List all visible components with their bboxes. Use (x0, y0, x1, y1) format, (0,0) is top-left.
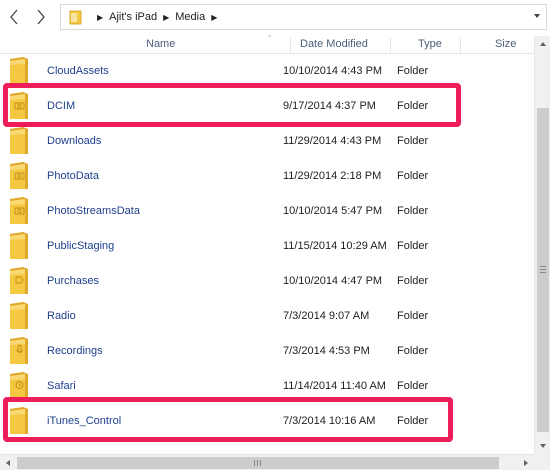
arrow-left-icon (6, 460, 10, 466)
column-divider[interactable] (390, 38, 391, 52)
list-item[interactable]: Downloads 11/29/2014 4:43 PM Folder (0, 124, 534, 159)
date-modified: 10/10/2014 5:47 PM (283, 205, 383, 217)
chevron-left-icon (10, 9, 18, 25)
list-item[interactable]: CloudAssets 10/10/2014 4:43 PM Folder (0, 54, 534, 89)
list-item[interactable]: Safari 11/14/2014 11:40 AM Folder (0, 369, 534, 404)
file-name[interactable]: Radio (47, 299, 76, 334)
folder-icon (10, 232, 28, 259)
file-name[interactable]: iTunes_Control (47, 404, 121, 439)
folder-icon (10, 407, 28, 434)
navigation-bar: ▶ Ajit's iPad ▶ Media ▶ (0, 0, 550, 34)
file-type: Folder (397, 170, 429, 182)
file-name[interactable]: PhotoStreamsData (47, 194, 140, 229)
column-name[interactable]: Name (146, 36, 175, 54)
date-modified: 10/10/2014 4:47 PM (283, 275, 383, 287)
file-type: Folder (397, 380, 429, 392)
file-type: Folder (397, 345, 429, 357)
list-item[interactable]: Purchases 10/10/2014 4:47 PM Folder (0, 264, 534, 299)
file-type: Folder (397, 100, 429, 112)
folder-icon (10, 127, 28, 154)
clock-folder-icon (10, 372, 28, 399)
horizontal-scrollbar[interactable] (0, 454, 534, 470)
file-type: Folder (397, 65, 429, 77)
list-item[interactable]: DCIM 9/17/2014 4:37 PM Folder (0, 89, 534, 124)
column-divider[interactable] (290, 38, 291, 52)
date-modified: 11/29/2014 2:18 PM (283, 170, 382, 182)
date-modified: 7/3/2014 9:07 AM (283, 310, 370, 322)
camera-folder-icon (10, 162, 28, 189)
vertical-scroll-thumb[interactable] (537, 108, 549, 432)
breadcrumb-separator-icon: ▶ (97, 12, 104, 22)
file-type: Folder (397, 275, 429, 287)
file-type: Folder (397, 205, 429, 217)
date-modified: 11/14/2014 11:40 AM (283, 380, 386, 392)
scroll-down-button[interactable] (535, 438, 550, 454)
scroll-up-button[interactable] (535, 36, 550, 52)
horizontal-scroll-thumb[interactable] (17, 457, 499, 469)
list-item[interactable]: Recordings 7/3/2014 4:53 PM Folder (0, 334, 534, 369)
vertical-scrollbar[interactable] (534, 36, 550, 454)
back-button[interactable] (5, 7, 23, 27)
folder-icon (10, 302, 28, 329)
file-name[interactable]: Purchases (47, 264, 99, 299)
list-item[interactable]: PublicStaging 11/15/2014 10:29 AM Folder (0, 229, 534, 264)
column-size[interactable]: Size (495, 36, 516, 54)
breadcrumb-device[interactable]: Ajit's iPad (109, 11, 157, 23)
sort-up-icon: ^ (268, 35, 272, 42)
date-modified: 11/29/2014 4:43 PM (283, 135, 382, 147)
list-item[interactable]: PhotoData 11/29/2014 2:18 PM Folder (0, 159, 534, 194)
file-name[interactable]: Recordings (47, 334, 103, 369)
grip-line (254, 460, 255, 466)
address-bar[interactable]: ▶ Ajit's iPad ▶ Media ▶ (60, 4, 547, 30)
arrow-right-icon (524, 460, 528, 466)
column-header: ^ Name Date Modified Type Size (0, 35, 534, 54)
forward-button[interactable] (32, 7, 50, 27)
date-modified: 11/15/2014 10:29 AM (283, 240, 387, 252)
column-type[interactable]: Type (418, 36, 442, 54)
list-item[interactable]: iTunes_Control 7/3/2014 10:16 AM Folder (0, 404, 534, 439)
grip-line (540, 272, 546, 273)
date-modified: 9/17/2014 4:37 PM (283, 100, 376, 112)
mic-folder-icon (10, 337, 28, 364)
arrow-down-icon (540, 444, 546, 448)
arrow-up-icon (540, 42, 546, 46)
breadcrumb-separator-icon: ▶ (163, 12, 170, 22)
device-folder-icon (69, 10, 82, 24)
file-type: Folder (397, 415, 429, 427)
date-modified: 7/3/2014 10:16 AM (283, 415, 376, 427)
file-type: Folder (397, 135, 429, 147)
date-modified: 7/3/2014 4:53 PM (283, 345, 370, 357)
scroll-right-button[interactable] (518, 455, 534, 470)
camera-folder-icon (10, 197, 28, 224)
list-item[interactable]: PhotoStreamsData 10/10/2014 5:47 PM Folder (0, 194, 534, 229)
scrollbar-corner (534, 454, 550, 470)
tag-folder-icon (10, 267, 28, 294)
file-name[interactable]: Downloads (47, 124, 101, 159)
grip-line (540, 266, 546, 267)
scroll-left-button[interactable] (0, 455, 16, 470)
file-name[interactable]: DCIM (47, 89, 75, 124)
date-modified: 10/10/2014 4:43 PM (283, 65, 383, 77)
address-dropdown-icon[interactable] (534, 14, 540, 18)
folder-icon (10, 57, 28, 84)
file-type: Folder (397, 240, 429, 252)
grip-line (260, 460, 261, 466)
breadcrumb-separator-icon: ▶ (211, 12, 218, 22)
file-name[interactable]: CloudAssets (47, 54, 109, 89)
chevron-right-icon (37, 9, 45, 25)
file-name[interactable]: Safari (47, 369, 76, 404)
grip-line (540, 269, 546, 270)
list-item[interactable]: Radio 7/3/2014 9:07 AM Folder (0, 299, 534, 334)
file-name[interactable]: PhotoData (47, 159, 99, 194)
column-divider[interactable] (460, 38, 461, 52)
grip-line (257, 460, 258, 466)
file-name[interactable]: PublicStaging (47, 229, 114, 264)
column-date-modified[interactable]: Date Modified (300, 36, 368, 54)
camera-folder-icon (10, 92, 28, 119)
breadcrumb-media[interactable]: Media (175, 11, 205, 23)
file-type: Folder (397, 310, 429, 322)
